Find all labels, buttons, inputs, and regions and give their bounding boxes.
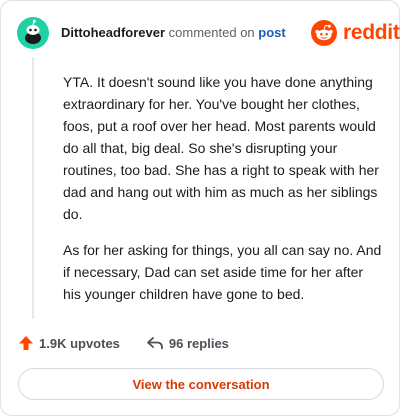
comment-body: YTA. It doesn't sound like you have done… xyxy=(63,71,383,319)
embedded-comment-card: Dittoheadforever commented on post reddi… xyxy=(0,0,400,416)
user-avatar-icon[interactable] xyxy=(17,17,49,49)
replies-count: 96 replies xyxy=(168,335,229,351)
view-conversation-button[interactable]: View the conversation xyxy=(18,368,384,400)
upvotes-stat[interactable]: 1.9K upvotes xyxy=(18,335,120,351)
reply-arrow-icon xyxy=(147,337,163,350)
comment-stats: 1.9K upvotes 96 replies xyxy=(18,335,229,351)
comment-paragraph: As for her asking for things, you all ca… xyxy=(63,242,382,302)
action-text: commented on xyxy=(168,25,255,40)
replies-stat[interactable]: 96 replies xyxy=(146,335,229,351)
reddit-logo[interactable]: reddit xyxy=(311,20,400,46)
reddit-logo-icon xyxy=(311,20,337,46)
comment-paragraph: YTA. It doesn't sound like you have done… xyxy=(63,74,379,222)
upvotes-count: 1.9K upvotes xyxy=(39,335,120,351)
upvote-arrow-icon xyxy=(19,336,33,350)
post-link[interactable]: post xyxy=(258,25,285,40)
comment-header: Dittoheadforever commented on post xyxy=(61,25,286,40)
author-name[interactable]: Dittoheadforever xyxy=(61,25,165,40)
brand-wordmark: reddit xyxy=(343,21,400,44)
thread-line xyxy=(32,57,34,319)
